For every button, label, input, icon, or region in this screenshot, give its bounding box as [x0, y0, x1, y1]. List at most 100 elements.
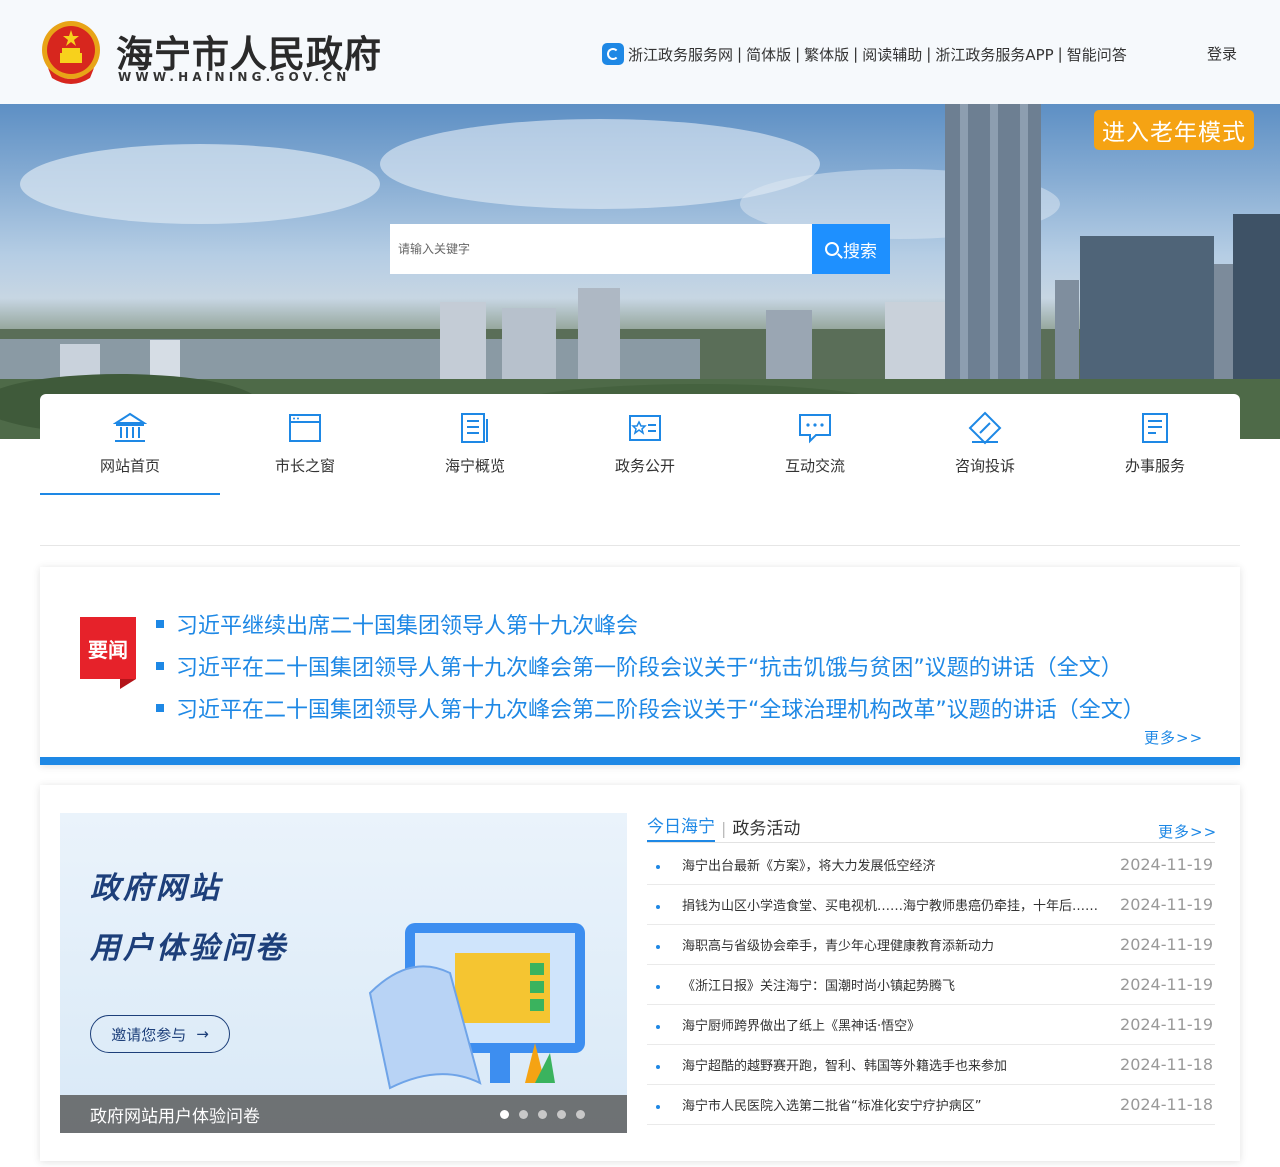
- news-more-link[interactable]: 更多>>: [1158, 821, 1217, 842]
- headline-tag: 要闻: [80, 617, 136, 689]
- news-date: 2024-11-19: [1120, 895, 1213, 914]
- bullet-square-icon: [156, 704, 164, 712]
- news-date: 2024-11-19: [1120, 975, 1213, 994]
- news-title: 《浙江日报》关注海宁：国潮时尚小镇起势腾飞: [682, 979, 956, 994]
- tab-gov-activities[interactable]: 政务活动: [732, 814, 800, 842]
- survey-carousel[interactable]: 政府网站 用户体验问卷 邀请您参与 → 政府网站用户体验问卷: [60, 813, 627, 1133]
- national-emblem-icon: [42, 21, 100, 84]
- promo-title-line1: 政府网站: [90, 871, 222, 906]
- bullet-dot-icon: [656, 1104, 660, 1109]
- link-separator: |: [853, 45, 859, 63]
- carousel-dot[interactable]: [557, 1110, 566, 1119]
- nav-item-interaction[interactable]: 互动交流: [730, 394, 900, 495]
- news-title: 捐钱为山区小学造食堂、买电视机……海宁教师患癌仍牵挂，十年后……: [682, 899, 1099, 914]
- bank-icon: [113, 412, 147, 442]
- search-icon: [825, 242, 839, 256]
- news-date: 2024-11-19: [1120, 855, 1213, 874]
- link-traditional[interactable]: 繁体版: [804, 44, 849, 65]
- carousel-dots: [500, 1110, 585, 1119]
- news-item[interactable]: 海宁出台最新《方案》，将大力发展低空经济 2024-11-19: [647, 845, 1215, 885]
- clipboard-icon: [1142, 413, 1168, 443]
- main-nav: 网站首页 市长之窗 海宁概览 政务公开 互动交流 咨询投诉 办事服务: [40, 394, 1240, 495]
- news-date: 2024-11-18: [1120, 1095, 1213, 1114]
- headlines-bottom-bar: [40, 757, 1240, 765]
- section-divider: [40, 545, 1240, 546]
- window-icon: [289, 414, 321, 442]
- nav-item-consult-complaint[interactable]: 咨询投诉: [900, 394, 1070, 495]
- news-tabs: 今日海宁 | 政务活动: [647, 815, 1215, 843]
- headline-item[interactable]: 习近平继续出席二十国集团领导人第十九次峰会: [156, 603, 1145, 645]
- carousel-dot[interactable]: [519, 1110, 528, 1119]
- link-separator: |: [795, 45, 801, 63]
- chat-icon: [799, 414, 831, 444]
- nav-label: 互动交流: [784, 457, 845, 475]
- arrow-right-icon: →: [196, 1025, 209, 1043]
- news-item[interactable]: 海宁超酷的越野赛开跑，智利、韩国等外籍选手也来参加 2024-11-18: [647, 1045, 1215, 1085]
- headlines-panel: 要闻 习近平继续出席二十国集团领导人第十九次峰会 习近平在二十国集团领导人第十九…: [40, 567, 1240, 765]
- news-item[interactable]: 捐钱为山区小学造食堂、买电视机……海宁教师患癌仍牵挂，十年后…… 2024-11-…: [647, 885, 1215, 925]
- search-button-label: 搜索: [843, 241, 877, 262]
- link-zhejiang-app[interactable]: 浙江政务服务APP: [935, 44, 1053, 65]
- nav-label: 市长之窗: [274, 457, 335, 475]
- bullet-dot-icon: [656, 1064, 660, 1069]
- bullet-dot-icon: [656, 904, 660, 909]
- carousel-dot[interactable]: [576, 1110, 585, 1119]
- news-item[interactable]: 《浙江日报》关注海宁：国潮时尚小镇起势腾飞 2024-11-19: [647, 965, 1215, 1005]
- news-title: 海职高与省级协会牵手，青少年心理健康教育添新动力: [682, 939, 995, 954]
- carousel-dot[interactable]: [500, 1110, 509, 1119]
- nav-item-mayor-window[interactable]: 市长之窗: [220, 394, 390, 495]
- news-title: 海宁厨师跨界做出了纸上《黑神话·悟空》: [682, 1019, 921, 1034]
- link-zhejiang-service[interactable]: 浙江政务服务网: [628, 44, 733, 65]
- headline-text: 习近平在二十国集团领导人第十九次峰会第一阶段会议关于“抗击饥饿与贫困”议题的讲话…: [176, 656, 1123, 681]
- nav-label: 办事服务: [1124, 457, 1185, 475]
- nav-item-services[interactable]: 办事服务: [1070, 394, 1240, 495]
- news-title: 海宁超酷的越野赛开跑，智利、韩国等外籍选手也来参加: [682, 1059, 1008, 1074]
- headline-item[interactable]: 习近平在二十国集团领导人第十九次峰会第一阶段会议关于“抗击饥饿与贫困”议题的讲话…: [156, 645, 1145, 687]
- headline-list: 习近平继续出席二十国集团领导人第十九次峰会 习近平在二十国集团领导人第十九次峰会…: [156, 603, 1145, 729]
- link-reading-aid[interactable]: 阅读辅助: [862, 44, 922, 65]
- bullet-dot-icon: [656, 864, 660, 869]
- headline-text: 习近平在二十国集团领导人第十九次峰会第二阶段会议关于“全球治理机构改革”议题的讲…: [176, 698, 1145, 723]
- nav-item-home[interactable]: 网站首页: [40, 394, 220, 495]
- news-item[interactable]: 海宁市人民医院入选第二批省“标准化安宁疗护病区” 2024-11-18: [647, 1085, 1215, 1125]
- news-title: 海宁市人民医院入选第二批省“标准化安宁疗护病区”: [682, 1099, 982, 1114]
- search-button[interactable]: 搜索: [812, 224, 890, 274]
- bullet-square-icon: [156, 662, 164, 670]
- login-link[interactable]: 登录: [1207, 43, 1237, 64]
- news-date: 2024-11-18: [1120, 1055, 1213, 1074]
- star-card-icon: [629, 415, 661, 441]
- bullet-square-icon: [156, 620, 164, 628]
- news-title: 海宁出台最新《方案》，将大力发展低空经济: [682, 859, 936, 874]
- participate-button[interactable]: 邀请您参与 →: [90, 1015, 230, 1053]
- elder-mode-button[interactable]: 进入老年模式: [1094, 110, 1254, 150]
- zhejiang-service-icon: [602, 43, 624, 65]
- headline-tag-fold: [120, 679, 136, 689]
- site-url: WWW.HAINING.GOV.CN: [118, 70, 351, 84]
- nav-label: 政务公开: [614, 457, 675, 475]
- nav-label: 海宁概览: [444, 457, 505, 475]
- tab-today-haining[interactable]: 今日海宁: [647, 812, 715, 842]
- headline-item[interactable]: 习近平在二十国集团领导人第十九次峰会第二阶段会议关于“全球治理机构改革”议题的讲…: [156, 687, 1145, 729]
- link-separator: |: [737, 45, 743, 63]
- link-simplified[interactable]: 简体版: [746, 44, 791, 65]
- site-header: 海宁市人民政府 WWW.HAINING.GOV.CN 浙江政务服务网 | 简体版…: [0, 0, 1280, 104]
- pen-icon: [968, 411, 1002, 445]
- nav-label: 咨询投诉: [954, 457, 1015, 475]
- link-smart-qa[interactable]: 智能问答: [1067, 44, 1127, 65]
- news-panel: 政府网站 用户体验问卷 邀请您参与 → 政府网站用户体验问卷 今日海宁 | 政务…: [40, 785, 1240, 1161]
- bullet-dot-icon: [656, 944, 660, 949]
- nav-label: 网站首页: [99, 457, 160, 475]
- nav-item-gov-open[interactable]: 政务公开: [560, 394, 730, 495]
- news-date: 2024-11-19: [1120, 1015, 1213, 1034]
- carousel-dot[interactable]: [538, 1110, 547, 1119]
- search-input[interactable]: [390, 224, 812, 274]
- nav-item-overview[interactable]: 海宁概览: [390, 394, 560, 495]
- news-item[interactable]: 海宁厨师跨界做出了纸上《黑神话·悟空》 2024-11-19: [647, 1005, 1215, 1045]
- news-item[interactable]: 海职高与省级协会牵手，青少年心理健康教育添新动力 2024-11-19: [647, 925, 1215, 965]
- tab-separator: |: [721, 819, 727, 838]
- link-separator: |: [1057, 45, 1063, 63]
- news-date: 2024-11-19: [1120, 935, 1213, 954]
- computer-survey-illustration: [368, 923, 585, 1090]
- headlines-more-link[interactable]: 更多>>: [1144, 727, 1203, 748]
- headline-text: 习近平继续出席二十国集团领导人第十九次峰会: [176, 614, 639, 639]
